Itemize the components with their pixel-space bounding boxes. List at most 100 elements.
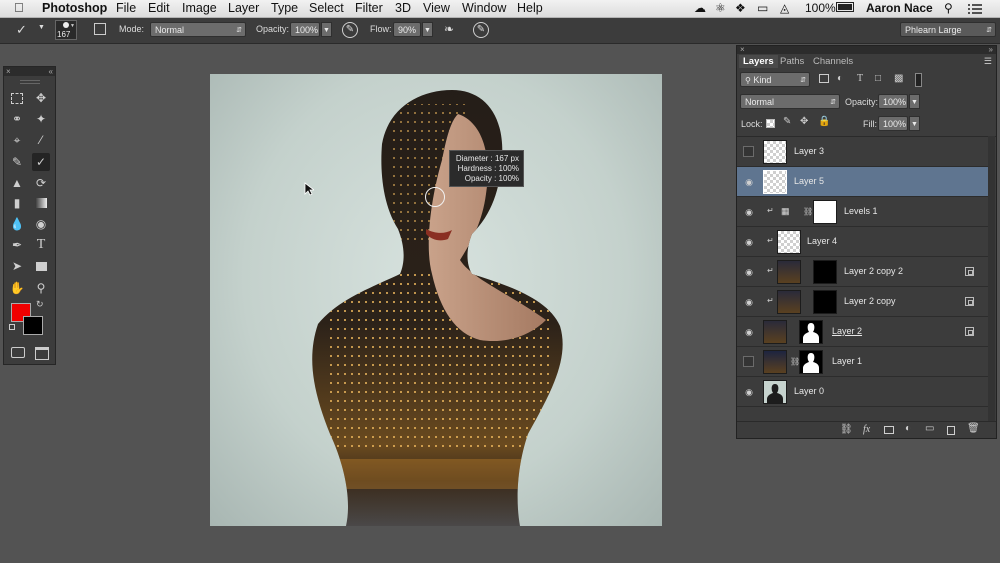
layer-mask-thumbnail[interactable] (813, 290, 837, 314)
tools-panel-header[interactable]: × « (4, 67, 55, 76)
zoom-tool-icon[interactable]: ⚲ (32, 279, 50, 297)
workspace-switcher[interactable]: Phlearn Large ⇵ (900, 22, 996, 37)
new-group-folder-icon[interactable]: ▭ (925, 423, 934, 434)
grip-handle[interactable] (20, 80, 40, 84)
tab-layers[interactable]: Layers (739, 55, 778, 68)
apple-icon[interactable]:  (14, 0, 24, 15)
brush-tool-icon[interactable]: ✓ (32, 153, 50, 171)
visibility-toggle-off[interactable] (743, 356, 754, 367)
link-layers-icon[interactable]: ⛓ (840, 424, 853, 435)
clone-stamp-tool-icon[interactable]: ▲ (8, 174, 26, 192)
menu-select[interactable]: Select (309, 1, 344, 15)
filter-smart-object-icon[interactable]: ▩ (894, 73, 903, 84)
layer-row-layer-4[interactable]: ◉ ↵ Layer 4 (737, 227, 988, 257)
lock-position-icon[interactable]: ✥ (800, 116, 808, 127)
layer-row-layer-5[interactable]: ◉ Layer 5 (737, 167, 988, 197)
new-layer-icon[interactable] (947, 426, 955, 435)
chevron-down-icon[interactable]: ▼ (38, 24, 45, 31)
add-mask-icon[interactable] (884, 426, 894, 434)
layer-row-levels-1[interactable]: ◉ ↵ ▦ ⛓ Levels 1 (737, 197, 988, 227)
layer-row-layer-0[interactable]: ◉ Layer 0 (737, 377, 988, 407)
lock-pixels-icon[interactable]: ✎ (783, 116, 791, 127)
brush-preset-picker[interactable]: 167 ▼ (55, 20, 77, 40)
mask-link-icon[interactable]: ⛓ (803, 207, 813, 216)
lasso-tool-icon[interactable]: ⚭ (8, 110, 26, 128)
opacity-slider-button[interactable]: ▼ (321, 22, 332, 37)
layer-style-fx-icon[interactable]: fx (863, 424, 870, 435)
default-colors-icon[interactable] (9, 324, 15, 330)
layer-mask-thumbnail[interactable] (813, 260, 837, 284)
menu-help[interactable]: Help (517, 1, 543, 15)
lock-transparent-icon[interactable] (766, 119, 775, 128)
menu-type[interactable]: Type (271, 1, 298, 15)
fill-slider-button[interactable]: ▼ (909, 116, 920, 131)
spotlight-search-icon[interactable]: ⚲ (944, 1, 953, 15)
menu-window[interactable]: Window (462, 1, 506, 15)
eye-icon[interactable]: ◉ (744, 297, 754, 307)
delete-layer-trash-icon[interactable]: 🗑 (967, 423, 980, 434)
layer-mask-thumbnail[interactable] (799, 350, 823, 374)
eraser-tool-icon[interactable]: ▮ (8, 194, 26, 212)
eye-icon[interactable]: ◉ (744, 327, 754, 337)
dodge-tool-icon[interactable]: ◉ (32, 215, 50, 233)
pressure-opacity-icon[interactable]: ✎ (342, 22, 358, 38)
layer-mask-thumbnail[interactable] (799, 320, 823, 344)
close-icon[interactable]: × (740, 46, 745, 54)
menu-view[interactable]: View (423, 1, 450, 15)
user-name[interactable]: Aaron Nace (866, 1, 933, 15)
wifi-icon[interactable]: ◬ (780, 1, 789, 15)
background-color-swatch[interactable] (23, 316, 43, 335)
new-adjustment-layer-icon[interactable]: ◐ (905, 423, 911, 434)
menu-file[interactable]: File (116, 1, 136, 15)
layer-row-layer-1[interactable]: ⛓ Layer 1 (737, 347, 988, 377)
notification-center-icon[interactable] (968, 3, 982, 14)
document-canvas[interactable] (210, 74, 662, 526)
menu-edit[interactable]: Edit (148, 1, 170, 15)
layer-row-layer-2-copy-2[interactable]: ◉ ↵ Layer 2 copy 2 (737, 257, 988, 287)
pen-tool-icon[interactable]: ✒ (8, 236, 26, 254)
quick-mask-icon[interactable] (8, 343, 26, 361)
menu-image[interactable]: Image (182, 1, 217, 15)
blend-mode-dropdown[interactable]: Normal ⇵ (740, 94, 840, 109)
collapse-icon[interactable]: » (989, 46, 993, 54)
crop-tool-icon[interactable]: ⌖ (8, 131, 26, 149)
tab-channels[interactable]: Channels (813, 55, 853, 68)
healing-brush-tool-icon[interactable]: ✎ (8, 153, 26, 171)
fill-input[interactable]: 100% (878, 116, 908, 131)
filter-adjustment-icon[interactable]: ◐ (837, 73, 843, 84)
screen-mode-icon[interactable] (32, 343, 50, 361)
collapse-icon[interactable]: « (49, 67, 53, 76)
creative-cloud-icon[interactable]: ☁ (694, 1, 706, 15)
flow-input[interactable]: 90% (393, 22, 421, 37)
lock-all-icon[interactable]: 🔒 (818, 116, 830, 127)
eye-icon[interactable]: ◉ (744, 237, 754, 247)
menu-filter[interactable]: Filter (355, 1, 383, 15)
marquee-tool-icon[interactable] (8, 89, 26, 107)
battery-icon[interactable] (836, 2, 854, 12)
gradient-tool-icon[interactable] (32, 194, 50, 212)
layer-row-layer-2[interactable]: ◉ Layer 2 (737, 317, 988, 347)
mode-dropdown[interactable]: Normal ⇵ (150, 22, 246, 37)
layer-row-layer-2-copy[interactable]: ◉ ↵ Layer 2 copy (737, 287, 988, 317)
eyedropper-tool-icon[interactable]: ⁄ (32, 131, 50, 149)
filter-shape-icon[interactable]: □ (875, 73, 881, 84)
blur-tool-icon[interactable]: 💧 (8, 215, 26, 233)
layer-mask-thumbnail[interactable] (813, 200, 837, 224)
layer-row-layer-3[interactable]: Layer 3 (737, 137, 988, 167)
layer-list-scrollbar[interactable] (988, 136, 995, 421)
brush-panel-toggle-icon[interactable] (94, 23, 106, 35)
evernote-icon[interactable]: ⚛ (715, 1, 726, 15)
magic-wand-tool-icon[interactable]: ✦ (32, 110, 50, 128)
path-selection-tool-icon[interactable]: ➤ (8, 257, 26, 275)
airbrush-icon[interactable]: ❧ (444, 22, 454, 36)
close-icon[interactable]: × (6, 67, 11, 76)
menu-3d[interactable]: 3D (395, 1, 411, 15)
swap-colors-icon[interactable]: ↻ (36, 299, 44, 310)
type-tool-icon[interactable]: T (32, 236, 50, 254)
menu-layer[interactable]: Layer (228, 1, 259, 15)
layers-panel-header[interactable]: × » (737, 46, 996, 54)
visibility-toggle-off[interactable] (743, 146, 754, 157)
app-menu[interactable]: Photoshop (42, 1, 107, 15)
move-tool-icon[interactable]: ✥ (32, 89, 50, 107)
eye-icon[interactable]: ◉ (744, 387, 754, 397)
